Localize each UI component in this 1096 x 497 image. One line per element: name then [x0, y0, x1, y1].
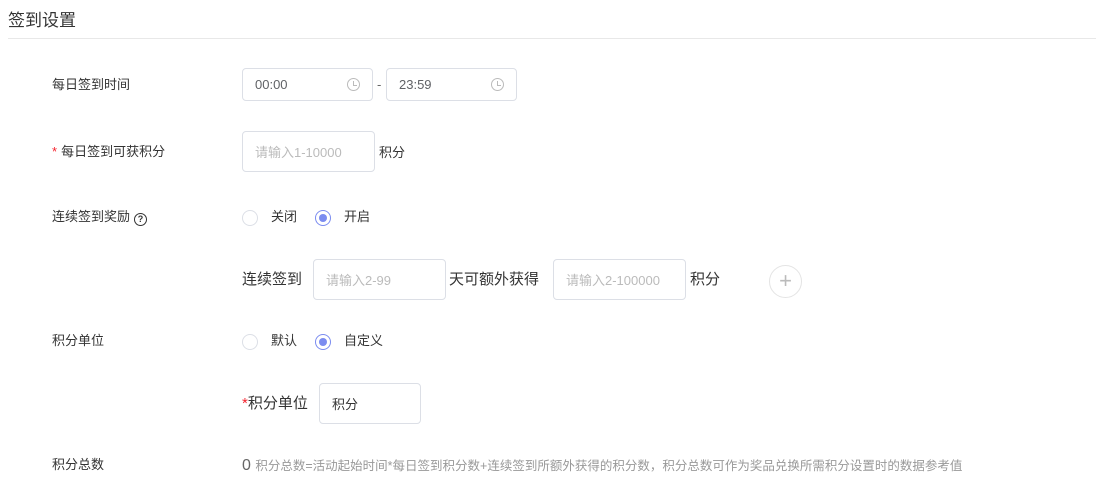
streak-points-input[interactable]: 请输入2-100000 [553, 259, 686, 300]
total-label: 积分总数 [52, 457, 105, 472]
streak-off-radio[interactable] [242, 210, 258, 226]
clock-icon [347, 78, 360, 91]
time-separator: - [377, 77, 382, 92]
daily-points-label-text: 每日签到可获积分 [61, 144, 166, 159]
custom-unit-label: *积分单位 [242, 394, 308, 414]
streak-days-placeholder: 请输入2-99 [326, 273, 392, 288]
end-time-value: 23:59 [399, 77, 432, 92]
streak-prefix: 连续签到 [242, 271, 303, 288]
streak-label-text: 连续签到奖励 [52, 209, 131, 224]
streak-points-placeholder: 请输入2-100000 [566, 273, 660, 288]
unit-custom-radio[interactable] [315, 334, 331, 350]
help-icon[interactable]: ? [134, 213, 148, 226]
clock-icon [491, 78, 504, 91]
total-value: 0 [242, 457, 251, 474]
add-streak-button[interactable]: + [769, 265, 802, 298]
custom-unit-label-text: 积分单位 [247, 395, 308, 412]
custom-unit-value: 积分 [332, 397, 359, 412]
total-row: 0 积分总数=活动起始时间*每日签到积分数+连续签到所额外获得的积分数，积分总数… [242, 455, 962, 475]
end-time-input[interactable]: 23:59 [386, 68, 517, 101]
daily-points-placeholder: 请输入1-10000 [255, 145, 342, 160]
daily-points-input[interactable]: 请输入1-10000 [242, 131, 375, 172]
streak-days-input[interactable]: 请输入2-99 [313, 259, 446, 300]
divider [8, 38, 1096, 39]
unit-default-radio[interactable] [242, 334, 258, 350]
daily-time-label: 每日签到时间 [52, 77, 131, 92]
unit-custom-label[interactable]: 自定义 [344, 332, 383, 350]
streak-middle-text: 天可额外获得 [449, 271, 540, 288]
streak-unit: 积分 [690, 271, 721, 288]
streak-off-label[interactable]: 关闭 [271, 208, 297, 226]
start-time-value: 00:00 [255, 77, 288, 92]
daily-points-label: * 每日签到可获积分 [52, 143, 165, 161]
start-time-input[interactable]: 00:00 [242, 68, 373, 101]
page-title: 签到设置 [8, 11, 76, 30]
unit-default-label[interactable]: 默认 [271, 332, 297, 350]
unit-label: 积分单位 [52, 333, 105, 348]
streak-label: 连续签到奖励? [52, 208, 148, 226]
total-note: 积分总数=活动起始时间*每日签到积分数+连续签到所额外获得的积分数，积分总数可作… [255, 459, 963, 473]
custom-unit-input[interactable]: 积分 [319, 383, 421, 424]
streak-on-label[interactable]: 开启 [344, 208, 370, 226]
daily-points-unit: 积分 [379, 145, 406, 160]
required-mark: * [52, 144, 58, 159]
streak-on-radio[interactable] [315, 210, 331, 226]
